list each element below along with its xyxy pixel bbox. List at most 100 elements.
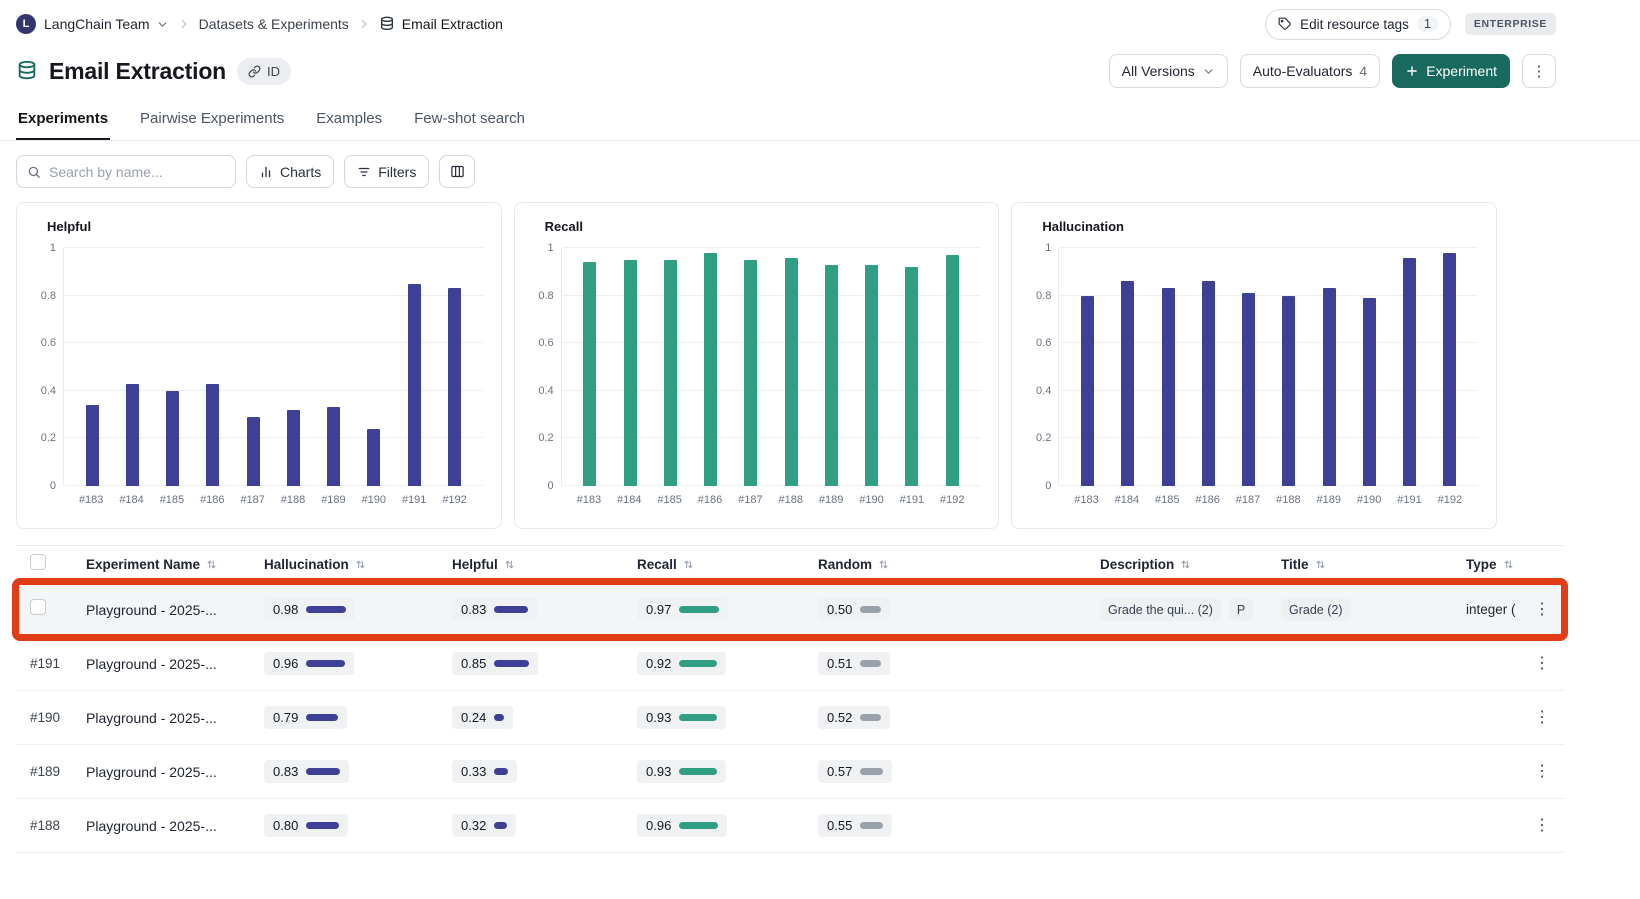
bar-slot [434, 248, 474, 486]
column-header-helpful[interactable]: Helpful [452, 557, 637, 572]
y-tick-label: 0.6 [41, 337, 56, 349]
enterprise-plan-badge: ENTERPRISE [1465, 13, 1556, 35]
chart-x-axis: #183#184#185#186#187#188#189#190#191#192 [561, 486, 981, 510]
copy-id-button[interactable]: ID [237, 58, 291, 85]
bar-chart-icon [259, 165, 273, 179]
chart-x-axis: #183#184#185#186#187#188#189#190#191#192 [63, 486, 483, 510]
new-experiment-button[interactable]: Experiment [1392, 54, 1510, 88]
bar-slot [273, 248, 313, 486]
metric-value: 0.24 [461, 710, 486, 725]
metric-cell-hallucination: 0.80 [264, 814, 452, 837]
metric-bar [306, 660, 345, 667]
x-tick-label: #183 [1066, 486, 1106, 510]
column-header-experiment-name[interactable]: Experiment Name [86, 557, 264, 572]
charts-button[interactable]: Charts [246, 155, 334, 188]
tab-pairwise-experiments[interactable]: Pairwise Experiments [138, 102, 286, 140]
row-menu-button[interactable]: ⋮ [1534, 710, 1550, 726]
row-menu-cell: ⋮ [1520, 710, 1564, 726]
bar-184 [126, 384, 139, 486]
bar-slot [153, 248, 193, 486]
metric-bar [679, 822, 718, 829]
bar-188 [785, 258, 798, 486]
column-header-title[interactable]: Title [1281, 557, 1466, 572]
chart-bars [562, 248, 981, 486]
metric-value: 0.33 [461, 764, 486, 779]
search-input-wrapper[interactable] [16, 155, 236, 188]
row-menu-button[interactable]: ⋮ [1534, 764, 1550, 780]
table-row[interactable]: #189Playground - 2025-...0.830.330.930.5… [16, 745, 1564, 799]
team-switcher[interactable]: LangChain Team [44, 16, 169, 32]
row-menu-button[interactable]: ⋮ [1534, 656, 1550, 672]
chart-card-recall: Recall 00.20.40.60.81 #183#184#185#186#1… [514, 202, 1000, 529]
row-menu-button[interactable]: ⋮ [1534, 818, 1550, 834]
y-tick-label: 1 [548, 242, 554, 254]
metric-cell-recall: 0.96 [637, 814, 818, 837]
tab-examples[interactable]: Examples [314, 102, 384, 140]
metric-bar [494, 660, 529, 667]
y-tick-label: 0.2 [41, 432, 56, 444]
dataset-database-icon [16, 60, 38, 82]
bar-slot [1389, 248, 1429, 486]
auto-evaluators-button[interactable]: Auto-Evaluators 4 [1240, 54, 1380, 88]
row-menu-cell: ⋮ [1520, 764, 1564, 780]
bar-slot [731, 248, 771, 486]
table-row[interactable]: Playground - 2025-...0.980.830.970.50Gra… [16, 583, 1564, 637]
row-index-cell: #191 [16, 655, 86, 673]
table-row[interactable]: #190Playground - 2025-...0.790.240.930.5… [16, 691, 1564, 745]
metric-value: 0.96 [646, 818, 671, 833]
table-body: Playground - 2025-...0.980.830.970.50Gra… [16, 583, 1564, 853]
filters-button-label: Filters [378, 164, 416, 180]
x-tick-label: #184 [111, 486, 151, 510]
experiment-name-cell[interactable]: Playground - 2025-... [86, 656, 264, 672]
metric-pill-helpful: 0.32 [452, 814, 516, 837]
metric-pill-recall: 0.93 [637, 760, 726, 783]
metric-cell-recall: 0.92 [637, 652, 818, 675]
auto-evaluators-label: Auto-Evaluators [1253, 63, 1353, 79]
metric-cell-helpful: 0.85 [452, 652, 637, 675]
row-index-cell: #188 [16, 817, 86, 835]
metric-cell-random: 0.51 [818, 652, 1100, 675]
bar-slot [650, 248, 690, 486]
column-header-label: Type [1466, 557, 1497, 572]
table-row[interactable]: #188Playground - 2025-...0.800.320.960.5… [16, 799, 1564, 853]
row-checkbox[interactable] [30, 599, 46, 615]
y-tick-label: 0.8 [1036, 290, 1051, 302]
column-header-description[interactable]: Description [1100, 557, 1281, 572]
bar-slot [112, 248, 152, 486]
y-tick-label: 0.4 [538, 385, 553, 397]
row-menu-button[interactable]: ⋮ [1534, 602, 1550, 618]
tab-few-shot-search[interactable]: Few-shot search [412, 102, 527, 140]
metric-pill-hallucination: 0.83 [264, 760, 349, 783]
versions-dropdown[interactable]: All Versions [1109, 54, 1228, 88]
experiment-name-cell[interactable]: Playground - 2025-... [86, 602, 264, 618]
experiment-name-cell[interactable]: Playground - 2025-... [86, 710, 264, 726]
column-header-type[interactable]: Type [1466, 557, 1520, 572]
search-input[interactable] [49, 164, 230, 180]
column-header-hallucination[interactable]: Hallucination [264, 557, 452, 572]
column-header-random[interactable]: Random [818, 557, 1100, 572]
select-all-checkbox[interactable] [30, 554, 46, 570]
table-row[interactable]: #191Playground - 2025-...0.960.850.920.5… [16, 637, 1564, 691]
metric-cell-helpful: 0.33 [452, 760, 637, 783]
bar-186 [1202, 281, 1215, 486]
chart-plot-area [561, 248, 981, 486]
tab-experiments[interactable]: Experiments [16, 102, 110, 140]
bar-slot [610, 248, 650, 486]
metric-value: 0.97 [646, 602, 671, 617]
edit-resource-tags-button[interactable]: Edit resource tags 1 [1265, 9, 1451, 40]
column-header-recall[interactable]: Recall [637, 557, 818, 572]
page-title: Email Extraction [49, 58, 226, 85]
page-menu-button[interactable]: ⋮ [1522, 54, 1556, 88]
filters-button[interactable]: Filters [344, 155, 429, 188]
sort-icon [355, 559, 366, 570]
columns-button[interactable] [439, 155, 475, 188]
experiment-name-cell[interactable]: Playground - 2025-... [86, 818, 264, 834]
breadcrumb-separator-icon [357, 17, 371, 31]
y-tick-label: 0.8 [41, 290, 56, 302]
experiment-name-cell[interactable]: Playground - 2025-... [86, 764, 264, 780]
breadcrumb-datasets-experiments[interactable]: Datasets & Experiments [199, 16, 349, 32]
table-header-row: Experiment NameHallucinationHelpfulRecal… [16, 545, 1564, 583]
column-header-label: Recall [637, 557, 677, 572]
bar-slot [811, 248, 851, 486]
team-avatar[interactable]: L [16, 14, 36, 34]
